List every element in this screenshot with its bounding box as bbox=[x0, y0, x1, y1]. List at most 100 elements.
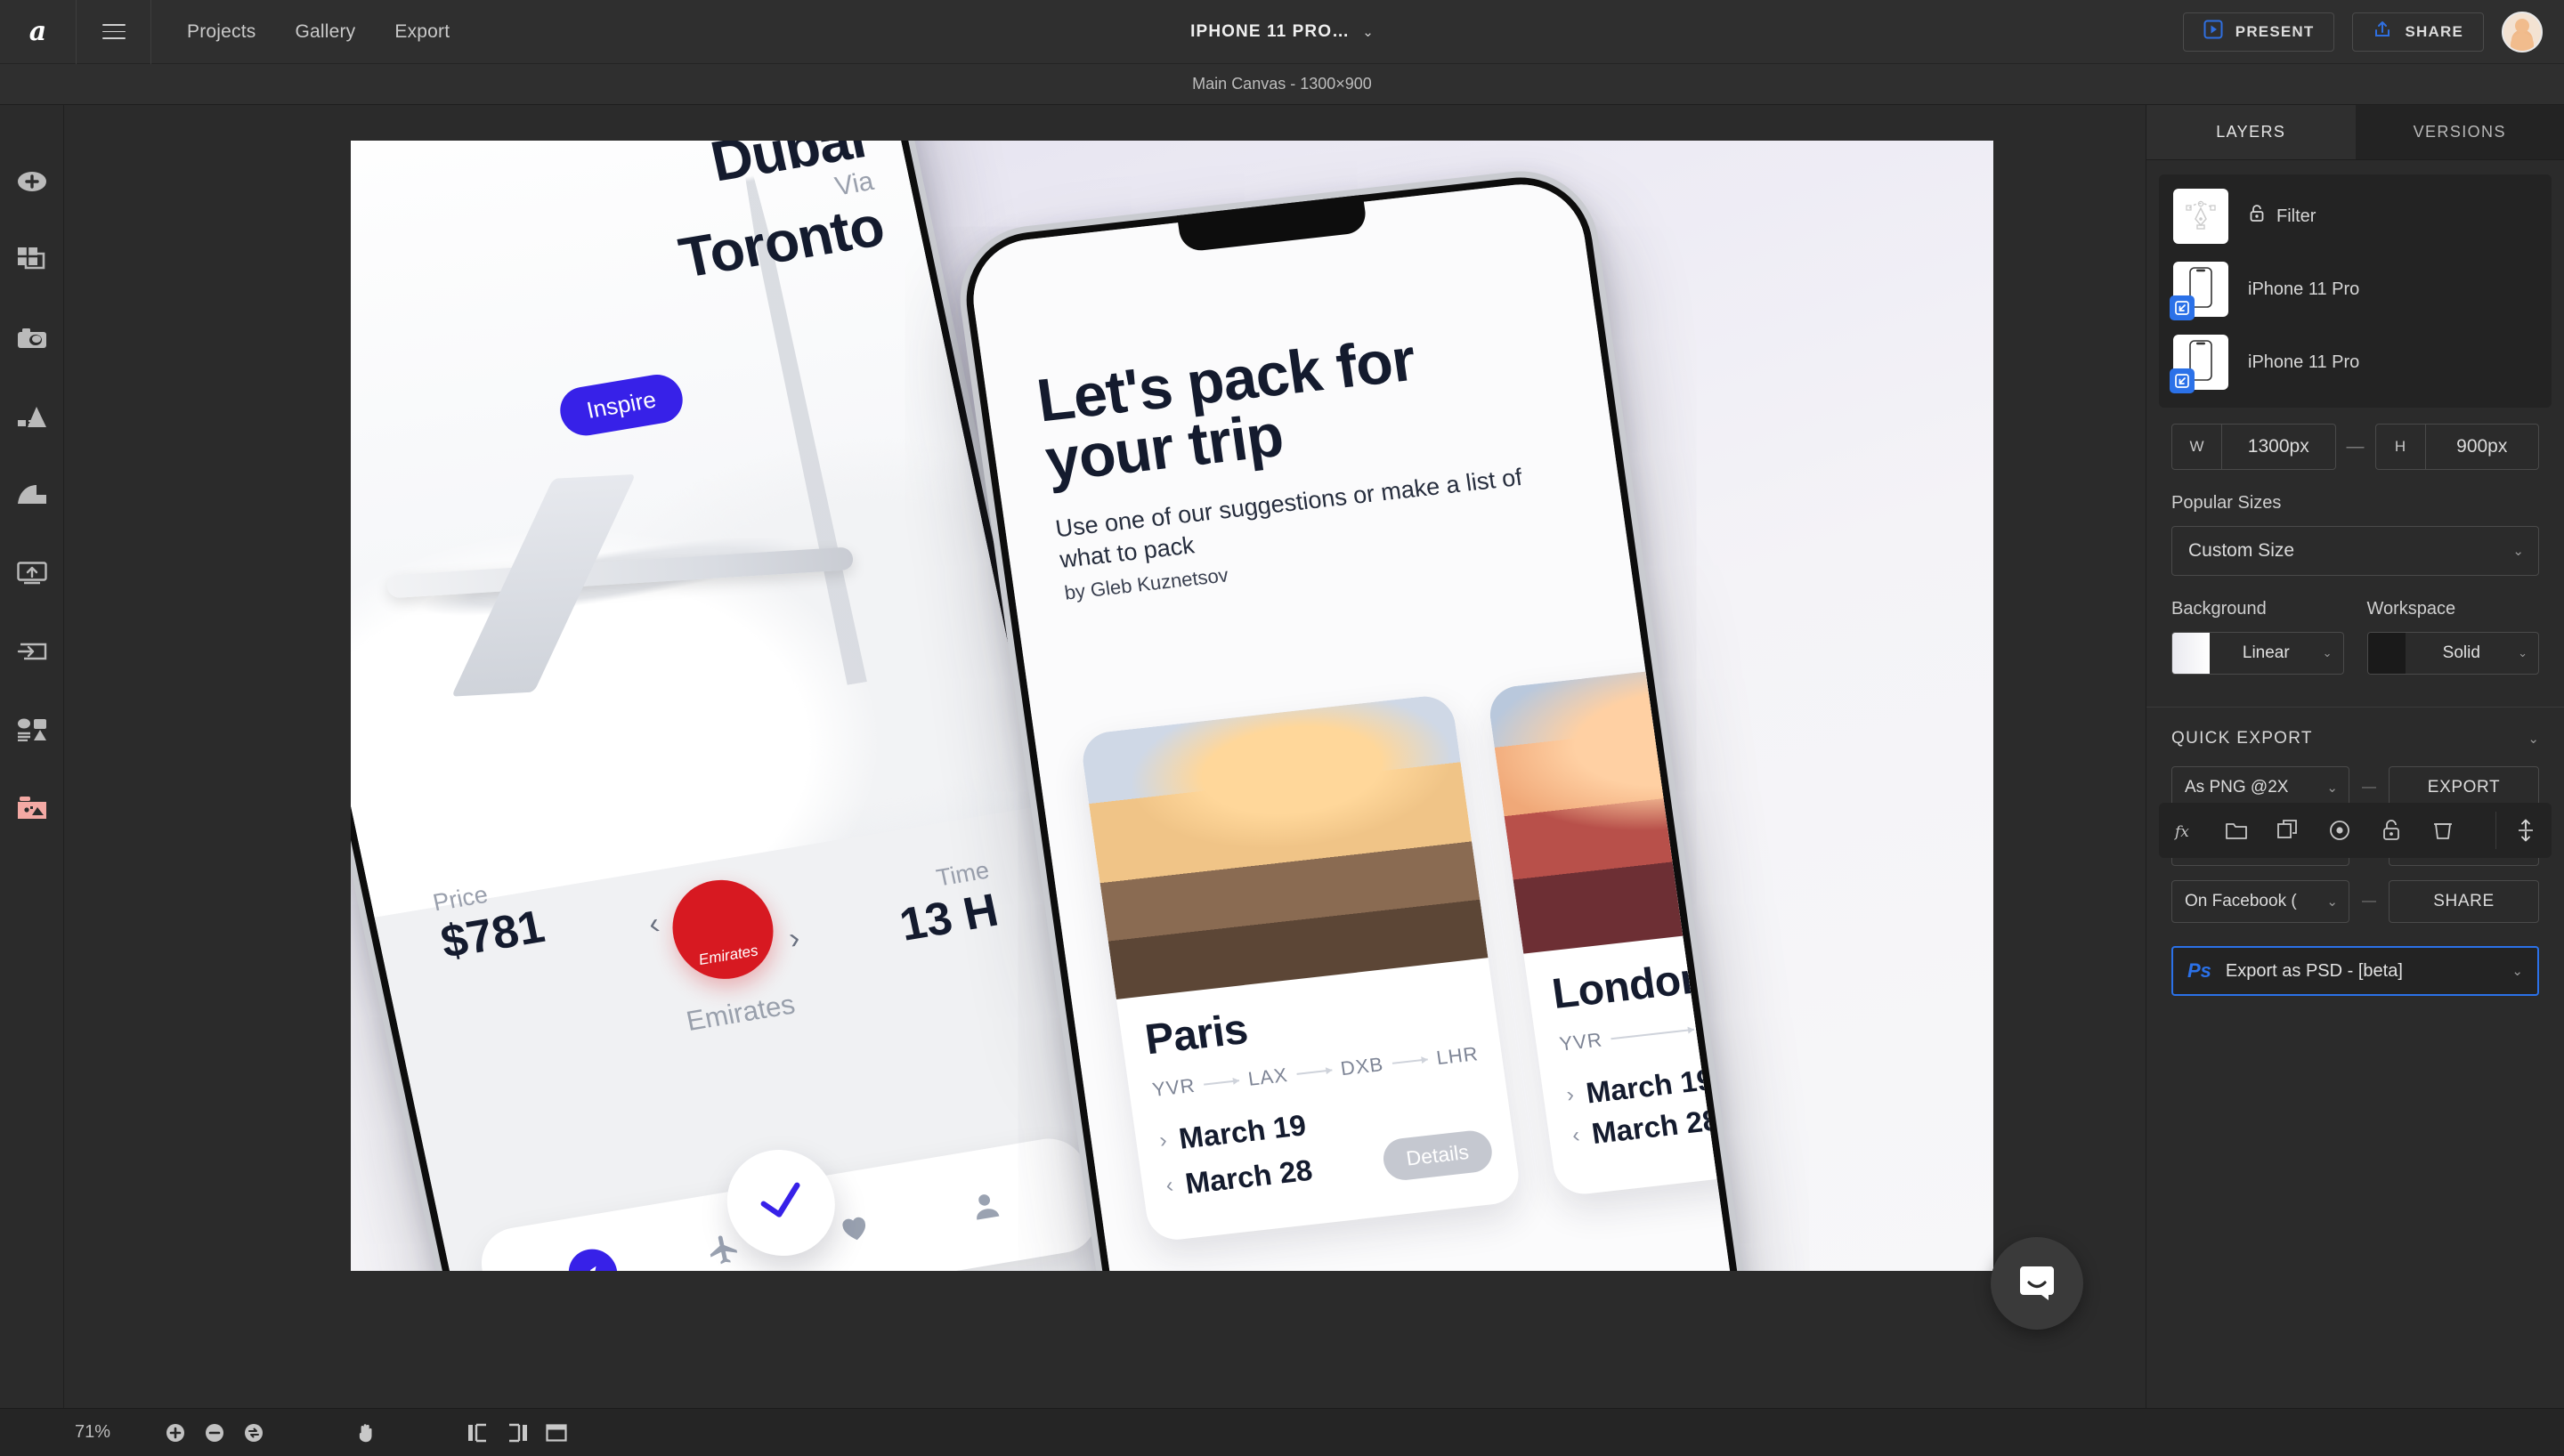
media-library-icon bbox=[17, 796, 47, 825]
nav-item-export[interactable]: Export bbox=[394, 21, 450, 43]
align-right-panel-icon[interactable] bbox=[504, 1420, 531, 1446]
upload-icon bbox=[16, 561, 47, 589]
background-swatch[interactable] bbox=[2172, 633, 2210, 674]
assets-icon bbox=[17, 718, 47, 746]
lock-icon[interactable] bbox=[2248, 204, 2266, 229]
layer-row[interactable]: iPhone 11 Pro bbox=[2159, 253, 2552, 326]
width-value[interactable]: 1300px bbox=[2222, 436, 2335, 457]
layer-thumbnail bbox=[2170, 262, 2228, 320]
row-dash: — bbox=[2362, 894, 2376, 909]
layer-thumbnail bbox=[2173, 189, 2228, 244]
route-arrow-icon bbox=[1392, 1058, 1428, 1064]
rail-item-text-tool[interactable] bbox=[12, 402, 52, 434]
tab-versions[interactable]: VERSIONS bbox=[2355, 105, 2564, 159]
background-select[interactable]: Linear ⌄ bbox=[2171, 632, 2344, 675]
toolbar-divider bbox=[2495, 812, 2496, 849]
popular-sizes-section: Popular Sizes Custom Size ⌄ bbox=[2146, 470, 2564, 576]
layers-duplicate-icon bbox=[17, 247, 47, 278]
hamburger-menu-button[interactable] bbox=[77, 0, 151, 64]
main-nav: Projects Gallery Export bbox=[151, 21, 450, 43]
visibility-icon[interactable] bbox=[2326, 817, 2353, 844]
duplicate-icon[interactable] bbox=[2275, 817, 2301, 844]
zoom-controls bbox=[162, 1420, 267, 1446]
phone-mockup-right[interactable]: Let's pack for your trip Use one of our … bbox=[950, 163, 1781, 1271]
user-avatar[interactable] bbox=[2502, 11, 2543, 53]
rail-item-shape-tool[interactable] bbox=[12, 481, 52, 513]
document-title[interactable]: IPHONE 11 PRO… bbox=[1190, 22, 1350, 42]
chevron-down-icon: ⌄ bbox=[2326, 781, 2338, 796]
camera-icon bbox=[17, 327, 47, 354]
trip-dates: › March 19 ‹ March 28 bbox=[1564, 1042, 1765, 1153]
hand-tool-icon[interactable] bbox=[353, 1420, 379, 1446]
present-button[interactable]: PRESENT bbox=[2182, 12, 2335, 52]
align-left-panel-icon[interactable] bbox=[465, 1420, 491, 1446]
panel-tabs: LAYERS VERSIONS bbox=[2146, 105, 2564, 160]
height-field[interactable]: H 900px bbox=[2374, 424, 2539, 470]
prev-airline-chevron[interactable]: ‹ bbox=[645, 907, 662, 942]
intercom-launcher-button[interactable] bbox=[1991, 1237, 2083, 1330]
next-airline-chevron[interactable]: › bbox=[786, 921, 803, 957]
collapse-chevron-icon[interactable]: ⌄ bbox=[2527, 731, 2539, 747]
fit-to-screen-icon[interactable] bbox=[240, 1420, 267, 1446]
route-code: YVR bbox=[1150, 1073, 1197, 1101]
phone-right-screen: Let's pack for your trip Use one of our … bbox=[965, 177, 1766, 1271]
trip-card[interactable]: London YVR LAX DXB bbox=[1486, 647, 1766, 1197]
rail-item-add-element[interactable] bbox=[12, 167, 52, 199]
layer-row[interactable]: Filter bbox=[2159, 180, 2552, 253]
delete-icon[interactable] bbox=[2430, 817, 2456, 844]
rail-item-assets[interactable] bbox=[12, 716, 52, 748]
trip-card[interactable]: Paris YVR LAX DXB LHR › March 19 ‹ March… bbox=[1079, 693, 1522, 1243]
new-folder-icon[interactable] bbox=[2223, 817, 2250, 844]
layer-label-wrap: iPhone 11 Pro bbox=[2248, 352, 2359, 373]
right-panel: LAYERS VERSIONS Filter iPhone 11 Pro iPh… bbox=[2146, 105, 2564, 1408]
nav-item-gallery[interactable]: Gallery bbox=[295, 21, 355, 43]
rail-item-layers-duplicate[interactable] bbox=[12, 246, 52, 278]
layer-name: iPhone 11 Pro bbox=[2248, 279, 2360, 299]
chevron-left-icon: ‹ bbox=[1164, 1172, 1175, 1198]
zoom-out-icon[interactable] bbox=[201, 1420, 228, 1446]
rail-item-upload[interactable] bbox=[12, 559, 52, 591]
height-value[interactable]: 900px bbox=[2426, 436, 2539, 457]
layer-toolbar-icons: fx bbox=[2171, 817, 2456, 844]
trip-card-body: London YVR LAX DXB bbox=[1523, 912, 1766, 1189]
app-root: a Projects Gallery Export IPHONE 11 PRO…… bbox=[0, 0, 2564, 1456]
zoom-level[interactable]: 71% bbox=[75, 1422, 110, 1443]
width-field[interactable]: W 1300px bbox=[2171, 424, 2336, 470]
popular-sizes-select[interactable]: Custom Size ⌄ bbox=[2171, 526, 2539, 576]
popular-sizes-value: Custom Size bbox=[2188, 540, 2295, 561]
layer-row[interactable]: iPhone 11 Pro bbox=[2159, 326, 2552, 399]
layers-section: Filter iPhone 11 Pro iPhone 11 Pro bbox=[2146, 160, 2564, 408]
rail-item-transfer[interactable] bbox=[12, 637, 52, 669]
facebook-select[interactable]: On Facebook ( ⌄ bbox=[2171, 880, 2349, 923]
trip-date: March 28 bbox=[1182, 1153, 1315, 1200]
nav-item-projects[interactable]: Projects bbox=[187, 21, 256, 43]
workspace-select[interactable]: Solid ⌄ bbox=[2366, 632, 2539, 675]
chevron-down-icon[interactable]: ⌄ bbox=[1362, 24, 1374, 40]
tab-layers[interactable]: LAYERS bbox=[2146, 105, 2356, 159]
present-label: PRESENT bbox=[2235, 22, 2315, 40]
trip-photo bbox=[1079, 693, 1489, 999]
export-psd-button[interactable]: Ps Export as PSD - [beta] ⌄ bbox=[2171, 946, 2539, 996]
zoom-in-icon[interactable] bbox=[162, 1420, 189, 1446]
tab-profile[interactable] bbox=[957, 1180, 1015, 1235]
layer-name: Filter bbox=[2276, 206, 2317, 226]
workspace-swatch[interactable] bbox=[2367, 633, 2406, 674]
route-code: LHR bbox=[1434, 1042, 1481, 1070]
reorder-icon[interactable] bbox=[2512, 817, 2539, 844]
app-logo[interactable]: a bbox=[0, 0, 77, 64]
share-button[interactable]: SHARE bbox=[2352, 12, 2484, 52]
effects-fx-icon[interactable]: fx bbox=[2171, 817, 2198, 844]
rail-item-camera[interactable] bbox=[12, 324, 52, 356]
workspace-label: Workspace bbox=[2366, 599, 2456, 619]
layer-label-wrap: Filter bbox=[2248, 204, 2316, 229]
artboard[interactable]: ncouver To Dubai Via Toronto Inspire Pri… bbox=[351, 141, 1993, 1271]
tab-compass[interactable] bbox=[564, 1245, 621, 1271]
share-social-button[interactable]: SHARE bbox=[2389, 880, 2539, 923]
airline-logo-text: Emirates bbox=[697, 942, 760, 969]
canvas-area[interactable]: ncouver To Dubai Via Toronto Inspire Pri… bbox=[64, 105, 2146, 1408]
toggle-panels-icon[interactable] bbox=[543, 1420, 570, 1446]
details-button[interactable]: Details bbox=[1380, 1128, 1495, 1183]
lock-icon[interactable] bbox=[2378, 817, 2405, 844]
popular-sizes-label: Popular Sizes bbox=[2171, 493, 2282, 513]
rail-item-media-library[interactable] bbox=[12, 794, 52, 826]
